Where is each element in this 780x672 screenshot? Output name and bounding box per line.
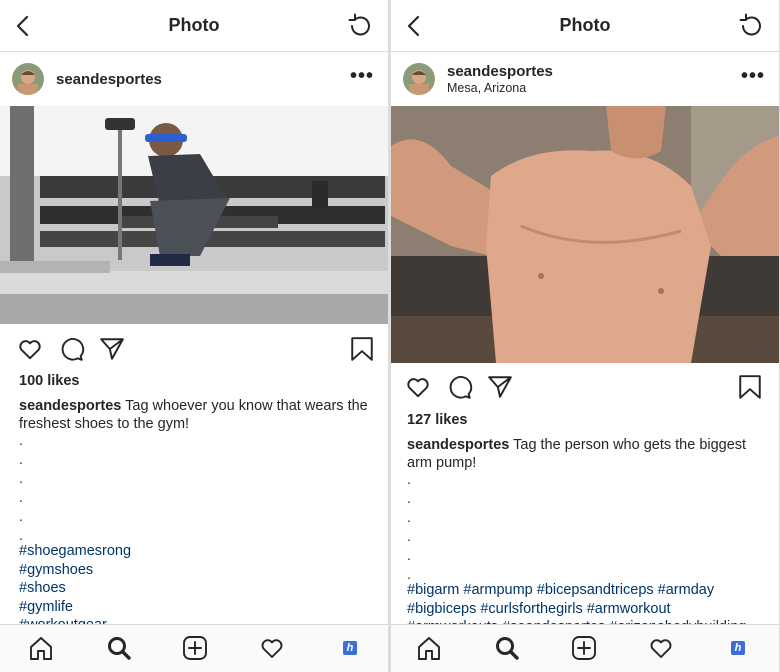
hashtag[interactable]: #gymshoes — [19, 561, 379, 580]
search-icon[interactable] — [106, 635, 132, 661]
comment-icon[interactable] — [447, 374, 473, 400]
username[interactable]: seandesportes — [56, 71, 162, 88]
likes-count[interactable]: 100 likes — [19, 373, 79, 389]
home-icon[interactable] — [28, 635, 54, 661]
heart-icon[interactable] — [648, 635, 674, 661]
avatar[interactable] — [403, 63, 435, 95]
add-post-icon[interactable] — [571, 635, 597, 661]
post-actions — [0, 330, 388, 370]
top-nav-bar: Photo — [0, 0, 388, 52]
hashtag-line[interactable]: #bigbiceps #curlsforthegirls #armworkout — [407, 600, 767, 619]
hashtag-list: #shoegamesrong #gymshoes #shoes #gymlife… — [19, 542, 379, 635]
app-badge-icon[interactable]: h — [731, 641, 745, 655]
post-photo[interactable] — [0, 106, 388, 324]
username[interactable]: seandesportes — [447, 63, 553, 80]
bookmark-icon[interactable] — [738, 374, 762, 400]
search-icon[interactable] — [494, 635, 520, 661]
add-post-icon[interactable] — [182, 635, 208, 661]
bottom-tab-bar: h — [0, 624, 388, 672]
caption-dots: . . . . . . — [19, 432, 23, 543]
comment-icon[interactable] — [59, 336, 85, 362]
share-icon[interactable] — [487, 374, 513, 400]
location-label[interactable]: Mesa, Arizona — [447, 81, 526, 95]
like-heart-icon[interactable] — [405, 374, 431, 400]
likes-count[interactable]: 127 likes — [407, 412, 467, 428]
gym-photo-image — [0, 106, 388, 324]
post-photo[interactable] — [391, 106, 779, 363]
right-post-screen: Photo seandesportes Mesa, Arizona ••• 12… — [391, 0, 779, 672]
post-header: seandesportes ••• — [0, 53, 388, 107]
more-options-button[interactable]: ••• — [350, 66, 374, 86]
caption-username[interactable]: seandesportes — [407, 437, 509, 453]
caption-dots: . . . . . . — [407, 471, 411, 582]
share-icon[interactable] — [99, 336, 125, 362]
page-title: Photo — [168, 15, 220, 35]
more-options-button[interactable]: ••• — [741, 66, 765, 86]
home-icon[interactable] — [416, 635, 442, 661]
hashtag[interactable]: #gymlife — [19, 598, 379, 617]
post-actions — [391, 368, 779, 408]
hashtag[interactable]: #shoes — [19, 579, 379, 598]
refresh-icon[interactable] — [737, 12, 765, 40]
bookmark-icon[interactable] — [350, 336, 374, 362]
left-post-screen: Photo seandesportes ••• 100 likes seande… — [0, 0, 388, 672]
post-caption: seandesportes Tag the person who gets th… — [407, 436, 762, 472]
caption-username[interactable]: seandesportes — [19, 398, 121, 414]
top-nav-bar: Photo — [391, 0, 779, 52]
heart-icon[interactable] — [259, 635, 285, 661]
like-heart-icon[interactable] — [17, 336, 43, 362]
avatar[interactable] — [12, 63, 44, 95]
bottom-tab-bar: h — [391, 624, 779, 672]
app-badge-icon[interactable]: h — [343, 641, 357, 655]
post-header: seandesportes Mesa, Arizona ••• — [391, 53, 779, 107]
refresh-icon[interactable] — [346, 12, 374, 40]
hashtag-line[interactable]: #bigarm #armpump #bicepsandtriceps #armd… — [407, 581, 767, 600]
post-caption: seandesportes Tag whoever you know that … — [19, 397, 374, 433]
hashtag[interactable]: #shoegamesrong — [19, 542, 379, 561]
page-title: Photo — [559, 15, 611, 35]
flexing-photo-image — [391, 106, 779, 363]
